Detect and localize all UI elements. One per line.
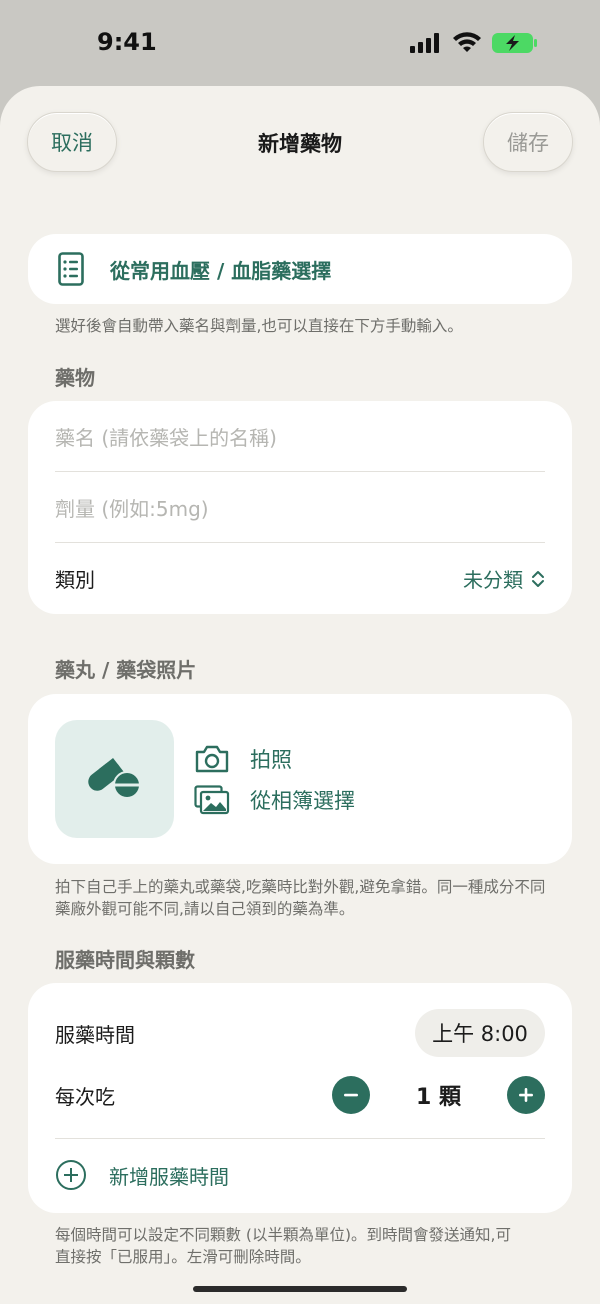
status-bar: 9:41 (0, 0, 600, 86)
category-label: 類別 (55, 568, 95, 592)
photo-library-icon (194, 785, 230, 815)
minus-icon (344, 1093, 358, 1097)
camera-icon (195, 745, 229, 773)
choose-album-button[interactable]: 從相簿選擇 (194, 785, 355, 815)
increment-button[interactable] (507, 1076, 545, 1114)
medication-dose-input[interactable]: 劑量 (例如:5mg) (55, 472, 545, 543)
decrement-button[interactable] (332, 1076, 370, 1114)
divider (55, 1138, 545, 1139)
common-drug-picker-button[interactable]: 從常用血壓 / 血脂藥選擇 (28, 234, 572, 304)
battery-charging-icon (492, 33, 537, 53)
take-photo-button[interactable]: 拍照 (194, 744, 292, 774)
choose-album-label: 從相簿選擇 (250, 789, 355, 813)
take-photo-label: 拍照 (250, 748, 292, 772)
medication-section-title: 藥物 (55, 366, 95, 390)
dose-time-label: 服藥時間 (55, 1022, 135, 1047)
dosage-hint: 每個時間可以設定不同顆數 (以半顆為單位)。到時間會發送通知,可直接按「已服用」… (55, 1226, 511, 1266)
dosage-card: 服藥時間 上午 8:00 每次吃 1 顆 新增服藥時間 (28, 983, 572, 1213)
category-value: 未分類 (463, 568, 523, 592)
pill-photo-placeholder[interactable] (55, 720, 174, 838)
dose-time-row: 服藥時間 上午 8:00 (55, 1009, 545, 1057)
plus-circle-icon (56, 1160, 86, 1190)
status-icons (410, 32, 538, 54)
dose-count-value: 1 顆 (416, 1085, 461, 1110)
category-picker[interactable]: 類別 未分類 (55, 543, 545, 614)
add-dose-time-button[interactable]: 新增服藥時間 (55, 1159, 229, 1191)
common-drug-picker-label: 從常用血壓 / 血脂藥選擇 (110, 258, 332, 283)
medication-card: 藥名 (請依藥袋上的名稱) 劑量 (例如:5mg) 類別 未分類 (28, 401, 572, 614)
photo-hint: 拍下自己手上的藥丸或藥袋,吃藥時比對外觀,避免拿錯。同一種成分不同藥廠外觀可能不… (55, 878, 546, 918)
medication-name-input[interactable]: 藥名 (請依藥袋上的名稱) (55, 401, 545, 472)
dose-count-label: 每次吃 (55, 1084, 115, 1109)
home-indicator (193, 1286, 407, 1292)
save-button[interactable]: 儲存 (483, 112, 573, 172)
cellular-signal-icon (410, 33, 439, 53)
document-list-icon (58, 252, 84, 286)
dose-count-row: 每次吃 1 顆 (55, 1075, 545, 1115)
add-medication-sheet: 取消 新增藥物 儲存 從常用血壓 / 血脂藥選擇 選好後會自動帶入藥名與劑量,也… (0, 86, 600, 1304)
chevron-up-down-icon (532, 570, 544, 587)
plus-icon (519, 1088, 533, 1102)
picker-hint: 選好後會自動帶入藥名與劑量,也可以直接在下方手動輸入。 (55, 317, 463, 335)
pills-icon (87, 758, 141, 799)
wifi-icon (453, 32, 481, 52)
photo-section-title: 藥丸 / 藥袋照片 (55, 658, 197, 682)
add-dose-time-label: 新增服藥時間 (109, 1164, 229, 1189)
photo-card: 拍照 從相簿選擇 (28, 694, 572, 864)
dose-time-picker[interactable]: 上午 8:00 (415, 1009, 545, 1057)
dose-count-stepper: 1 顆 (332, 1076, 545, 1114)
status-time: 9:41 (97, 28, 157, 56)
dosage-section-title: 服藥時間與顆數 (55, 948, 195, 972)
